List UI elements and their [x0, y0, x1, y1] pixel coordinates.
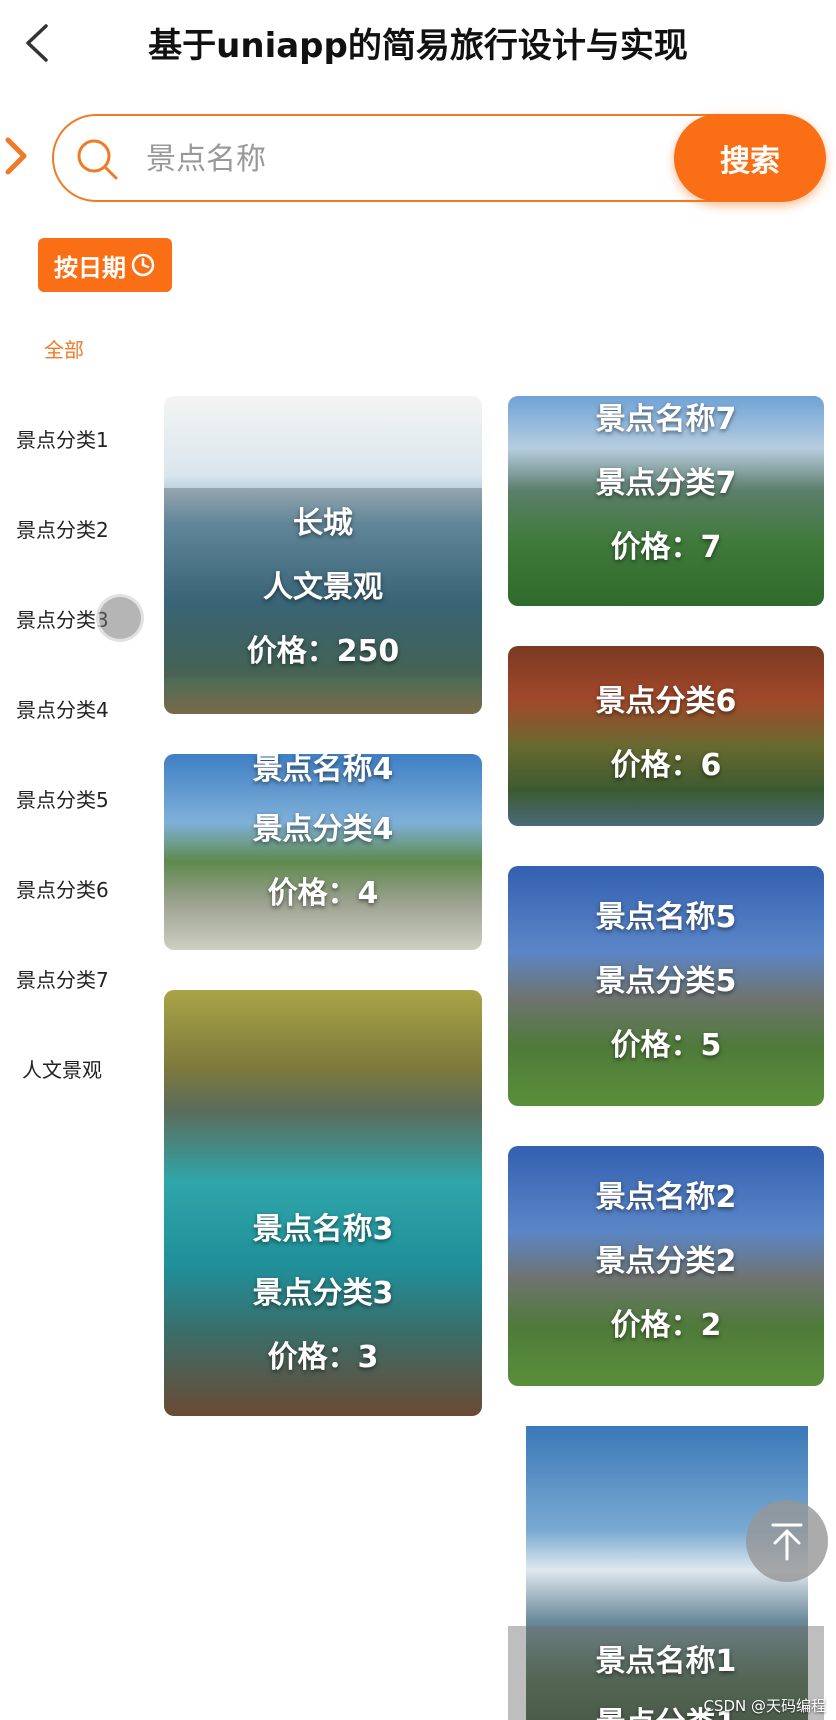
- attraction-category: 景点分类5: [595, 964, 737, 999]
- attraction-card[interactable]: 景点分类6 价格：6: [508, 646, 824, 826]
- attraction-price: 价格：3: [267, 1340, 379, 1375]
- category-item[interactable]: 景点分类5: [16, 784, 156, 813]
- category-item[interactable]: 景点分类2: [16, 514, 156, 543]
- attraction-price: 价格：7: [610, 530, 722, 565]
- category-item[interactable]: 人文景观: [22, 1054, 162, 1083]
- attraction-card[interactable]: 景点名称5 景点分类5 价格：5: [508, 866, 824, 1106]
- attraction-card[interactable]: 景点名称7 景点分类7 价格：7: [508, 396, 824, 606]
- attraction-category: 景点分类6: [595, 684, 737, 719]
- attraction-name: 景点名称7: [595, 402, 737, 437]
- clock-icon: [130, 252, 156, 278]
- attraction-price: 价格：4: [267, 876, 379, 911]
- category-item[interactable]: 景点分类1: [16, 424, 156, 453]
- search-button[interactable]: 搜索: [674, 114, 826, 202]
- category-item[interactable]: 景点分类6: [16, 874, 156, 903]
- attraction-category: 景点分类3: [252, 1276, 394, 1311]
- header: 基于uniapp的简易旅行设计与实现: [0, 0, 836, 92]
- category-item[interactable]: 景点分类7: [16, 964, 156, 993]
- attraction-name: 景点名称5: [595, 900, 737, 935]
- attraction-name: 长城: [293, 506, 353, 541]
- attraction-name: 景点名称4: [252, 754, 394, 787]
- watermark: CSDN @天码编程: [703, 1697, 826, 1715]
- category-item[interactable]: 景点分类4: [16, 694, 156, 723]
- search-bar: 搜索: [52, 114, 826, 202]
- chevron-right-icon[interactable]: [2, 136, 30, 176]
- arrow-up-icon: [771, 1523, 803, 1561]
- attraction-price: 价格：250: [246, 634, 400, 669]
- attraction-name: 景点名称2: [595, 1180, 737, 1215]
- attraction-category: 人文景观: [263, 570, 383, 605]
- attraction-card[interactable]: 景点名称2 景点分类2 价格：2: [508, 1146, 824, 1386]
- attraction-card[interactable]: 景点名称3 景点分类3 价格：3: [164, 990, 482, 1416]
- attraction-price: 价格：6: [610, 748, 722, 783]
- attraction-category: 景点分类4: [252, 812, 394, 847]
- attraction-category: 景点分类7: [595, 466, 737, 501]
- attraction-category: 景点分类2: [595, 1244, 737, 1279]
- attraction-price: 价格：5: [610, 1028, 722, 1063]
- search-icon: [74, 136, 120, 182]
- attraction-card[interactable]: 长城 人文景观 价格：250: [164, 396, 482, 714]
- attraction-card[interactable]: 景点名称4 景点分类4 价格：4: [164, 754, 482, 950]
- sort-by-date-label: 按日期: [54, 253, 126, 282]
- sort-by-date-button[interactable]: 按日期: [38, 238, 172, 292]
- attraction-name: 景点名称3: [252, 1212, 394, 1247]
- attraction-price: 价格：2: [610, 1308, 722, 1343]
- search-input[interactable]: [146, 134, 646, 184]
- touch-indicator: [96, 594, 144, 642]
- attraction-name: 景点名称1: [595, 1644, 737, 1679]
- page-title: 基于uniapp的简易旅行设计与实现: [148, 26, 688, 66]
- back-to-top-button[interactable]: [746, 1500, 828, 1582]
- category-all[interactable]: 全部: [44, 334, 184, 363]
